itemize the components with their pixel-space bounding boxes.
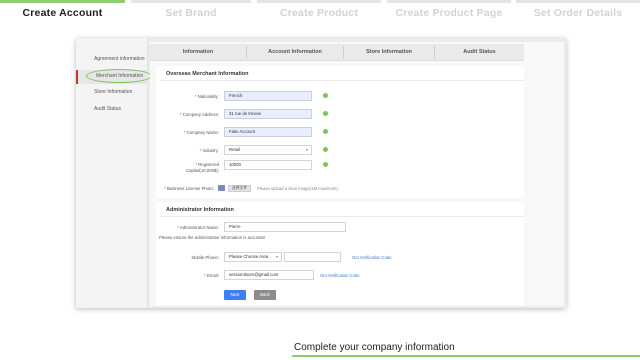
nationality-field[interactable]: French [224,91,312,101]
industry-select[interactable]: Retail [224,145,312,155]
mobile-label: Mobile Phone: [191,255,219,260]
valid-icon [323,111,328,116]
tab-account-information[interactable]: Account Information [247,44,343,61]
step-create-product-page: Create Product Page [387,0,511,24]
chevron-down-icon: ▾ [306,147,309,152]
step-set-order-details: Set Order Details [516,0,640,24]
step-caption: Complete your company information [294,342,455,353]
sidebar-item-audit[interactable]: Audit Status [76,106,148,113]
section-title: Administrator Information [166,207,234,213]
step-label: Set Brand [165,7,217,19]
admin-note: Please ensure the administrator informat… [159,235,266,240]
divider [160,216,524,217]
label-text: Nationality: [197,94,219,99]
sidebar-item-store[interactable]: Store Information [76,89,148,96]
label-text: Capital(10,000$): [186,167,219,173]
capital-label: * Registered Capital(10,000$): [186,162,219,173]
label-text: Company Address: [182,112,219,117]
nationality-label: * Nationality: [194,94,219,99]
step-label: Create Product [279,7,359,19]
address-field[interactable]: 31 rue de trevise [224,109,312,119]
valid-icon [323,93,328,98]
step-create-account: Create Account [0,0,125,24]
step-bar [516,0,640,3]
admin-name-label: * Administrator Name: [177,225,219,230]
section-title: Overseas Merchant Information [166,71,249,77]
label-text: Email: [207,273,219,278]
email-label: * Email: [204,273,219,278]
upload-hint: Please upload a clear image(1M maximum) [257,186,338,191]
tab-bar: Information Account Information Store In… [150,44,524,61]
industry-label: * Industry: [199,148,219,153]
mobile-field[interactable] [284,252,341,262]
tab-store-information[interactable]: Store Information [344,44,434,61]
image-icon [218,185,225,191]
license-label: * Business License Photo: [164,186,214,191]
area-code-select[interactable]: Please Choose Area [224,252,282,262]
label-text: Business License Photo: [166,186,214,191]
get-code-link-email[interactable]: Get Verification Code [320,273,360,278]
capital-field[interactable]: 10000 [224,160,312,170]
main-content: Information Account Information Store In… [150,42,564,306]
chevron-down-icon: ▾ [276,254,279,259]
step-bar [257,0,381,3]
address-label: * Company Address: [179,112,219,117]
valid-icon [323,147,328,152]
merchant-info-card: Overseas Merchant Information * National… [156,66,524,198]
label-text: Registered [198,162,219,167]
merchant-form-screenshot: Agreement information Merchant Informati… [76,38,566,308]
step-bar [0,0,125,3]
step-bar [387,0,511,3]
step-label: Set Order Details [533,7,623,19]
company-name-field[interactable]: Fake Account [224,127,312,137]
email-field[interactable]: sessiontlourn@gmail.com [224,270,314,280]
label-text: Industry: [202,148,219,153]
next-button[interactable]: Next [224,290,246,300]
step-label: Create Account [22,7,103,19]
label-text: Company Name: [186,130,219,135]
label-text: Administrator Name: [179,225,219,230]
step-label: Create Product Page [395,7,503,19]
company-name-label: * Company Name: [183,130,219,135]
highlight-circle [86,69,152,83]
step-create-product: Create Product [257,0,381,24]
admin-info-card: Administrator Information * Administrato… [156,202,524,306]
step-set-brand: Set Brand [131,0,251,24]
divider [160,80,524,81]
sidebar-item-agreement[interactable]: Agreement information [76,56,148,63]
choose-file-button[interactable]: 选择文件 [228,185,252,192]
back-button[interactable]: Back [254,290,276,300]
tab-audit-status[interactable]: Audit Status [435,44,524,61]
get-code-link-mobile[interactable]: Get Verification Code [352,255,392,260]
step-bar [131,0,251,3]
caption-underline [292,355,640,357]
admin-name-field[interactable]: Pierre [224,222,346,232]
tab-information[interactable]: Information [150,44,246,61]
valid-icon [323,129,328,134]
step-progress: Create Account Set Brand Create Product … [0,0,640,24]
valid-icon [323,162,328,167]
